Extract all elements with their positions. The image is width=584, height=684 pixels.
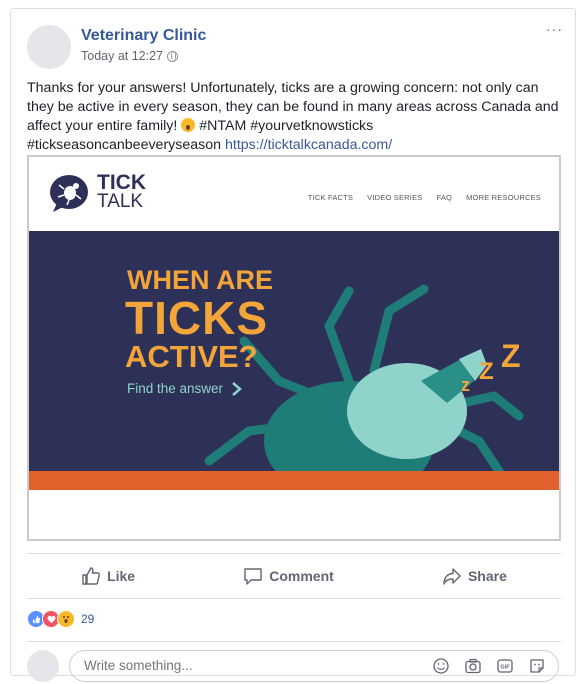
share-button[interactable]: Share [442, 566, 507, 586]
svg-text:GIF: GIF [500, 665, 510, 671]
headline-line-2: TICKS [125, 292, 268, 344]
comment-composer: GIF [27, 641, 561, 682]
wow-icon [57, 610, 75, 628]
post-actions: Like Comment Share [27, 553, 561, 599]
nav-tick-facts[interactable]: TICK FACTS [308, 193, 353, 202]
page-avatar[interactable] [27, 25, 71, 69]
like-label[interactable]: Like [107, 568, 135, 584]
globe-icon [167, 50, 179, 62]
emoji-icon[interactable] [432, 657, 450, 675]
post-link[interactable]: https://ticktalkcanada.com/ [225, 137, 392, 153]
page-name-link[interactable]: Veterinary Clinic [81, 27, 206, 45]
gif-icon[interactable]: GIF [496, 657, 514, 675]
zzz-small: z [461, 375, 470, 395]
find-answer-text[interactable]: Find the answer [127, 381, 223, 396]
share-arrow-icon [443, 568, 461, 585]
comment-box[interactable]: GIF [69, 650, 559, 682]
post-timestamp[interactable]: Today at 12:27 [81, 49, 179, 63]
like-button[interactable]: Like [81, 566, 135, 586]
logo-line-2: TALK [97, 191, 144, 212]
comment-input[interactable] [84, 658, 404, 673]
sticker-icon[interactable] [528, 657, 546, 675]
thumbs-up-icon [82, 567, 101, 585]
user-avatar [27, 650, 59, 682]
share-label[interactable]: Share [468, 568, 507, 584]
camera-icon[interactable] [464, 657, 482, 675]
sleeping-tick-illustration: z Z Z [204, 284, 524, 471]
comment-tools: GIF [432, 657, 546, 675]
reaction-count[interactable]: 29 [81, 612, 94, 626]
nav-more-resources[interactable]: MORE RESOURCES [466, 193, 541, 202]
timestamp-text[interactable]: Today at 12:27 [81, 49, 163, 63]
link-preview[interactable]: TICK TALK TICK FACTS VIDEO SERIES FAQ MO… [27, 155, 561, 541]
site-nav: TICK FACTS VIDEO SERIES FAQ MORE RESOURC… [308, 193, 541, 202]
post-text: Thanks for your answers! Unfortunately, … [27, 79, 563, 155]
more-options-icon[interactable]: ··· [546, 21, 563, 37]
nav-video-series[interactable]: VIDEO SERIES [367, 193, 422, 202]
comment-button[interactable]: Comment [243, 566, 334, 586]
hero-banner: z Z Z WHEN ARE TICKS ACTIVE? Find the an… [29, 231, 559, 471]
zzz-medium: Z [479, 358, 494, 385]
headline-line-3: ACTIVE? [125, 339, 258, 374]
zzz-large: Z [501, 338, 521, 374]
reaction-summary[interactable]: 29 [27, 610, 94, 628]
screaming-face-icon [181, 118, 196, 132]
post-card: Veterinary Clinic Today at 12:27 ··· Tha… [10, 8, 576, 682]
nav-faq[interactable]: FAQ [436, 193, 452, 202]
chevron-right-icon [232, 381, 242, 396]
tick-talk-logo-icon [50, 175, 88, 212]
comment-label[interactable]: Comment [269, 568, 334, 584]
site-logo-text: TICK TALK [97, 172, 146, 212]
banner-footer-bar [29, 471, 559, 490]
comment-bubble-icon [244, 568, 262, 585]
find-answer-link[interactable]: Find the answer [127, 381, 243, 396]
site-header: TICK TALK TICK FACTS VIDEO SERIES FAQ MO… [29, 157, 559, 231]
